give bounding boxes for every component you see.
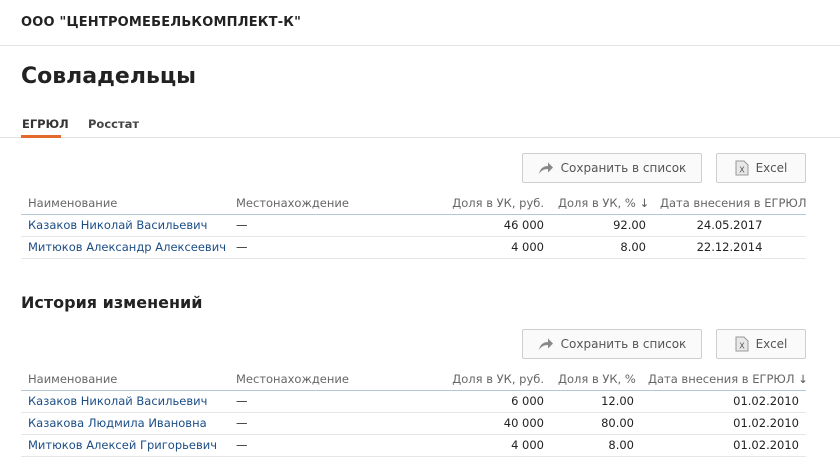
history-title: История изменений bbox=[21, 293, 203, 312]
cell-name[interactable]: Казакова Людмила Ивановна bbox=[21, 412, 229, 435]
cell-percent: 92.00 bbox=[551, 214, 653, 237]
table-header-row: Наименование Местонахождение Доля в УК, … bbox=[21, 192, 806, 215]
cell-percent: 12.00 bbox=[551, 390, 641, 413]
cell-date: 01.02.2010 bbox=[641, 412, 806, 435]
excel-label: Excel bbox=[755, 337, 788, 351]
cell-name[interactable]: Митюков Алексей Григорьевич bbox=[21, 434, 229, 457]
col-name-header[interactable]: Наименование bbox=[21, 368, 229, 391]
excel-icon-letter: X bbox=[739, 342, 745, 351]
table-row: Казаков Николай Васильевич —46 000 92.00 24… bbox=[21, 214, 806, 237]
tab-bar: ЕГРЮЛ Росстат bbox=[0, 116, 840, 138]
company-header: ООО "ЦЕНТРОМЕБЕЛЬКОМПЛЕКТ-К" bbox=[0, 0, 840, 46]
cell-percent: 80.00 bbox=[551, 412, 641, 435]
cell-amount: 4 000 bbox=[419, 434, 551, 457]
table-row: Митюков Александр Алексеевич —4 000 8.00 22… bbox=[21, 236, 806, 259]
excel-icon: X bbox=[735, 336, 749, 352]
cell-date: 01.02.2010 bbox=[641, 390, 806, 413]
page-title: Совладельцы bbox=[21, 64, 197, 89]
excel-icon-letter: X bbox=[739, 166, 745, 175]
table-row: Митюков Алексей Григорьевич —4 000 8.00 01.… bbox=[21, 434, 806, 457]
col-date-label: Дата внесения в ЕГРЮЛ bbox=[648, 371, 795, 386]
col-date-header[interactable]: Дата внесения в ЕГРЮЛ bbox=[653, 192, 806, 215]
table-header-row: Наименование Местонахождение Доля в УК, … bbox=[21, 368, 808, 391]
excel-label: Excel bbox=[755, 161, 788, 175]
cell-percent: 8.00 bbox=[551, 434, 641, 457]
excel-icon: X bbox=[735, 160, 749, 176]
cell-percent: 8.00 bbox=[551, 236, 653, 259]
cell-location: — bbox=[229, 390, 419, 413]
active-tab-indicator bbox=[21, 135, 61, 138]
cell-location: — bbox=[229, 434, 419, 457]
col-location-header[interactable]: Местонахождение bbox=[229, 192, 419, 215]
cell-location: — bbox=[229, 236, 419, 259]
cell-amount: 46 000 bbox=[419, 214, 551, 237]
cell-amount: 40 000 bbox=[419, 412, 551, 435]
sort-arrow-icon: ↓ bbox=[639, 195, 650, 210]
history-excel-export-button[interactable]: X Excel bbox=[716, 329, 806, 359]
company-name: ООО "ЦЕНТРОМЕБЕЛЬКОМПЛЕКТ-К" bbox=[21, 15, 302, 30]
table-row: Казаков Николай Васильевич —6 000 12.00 01.… bbox=[21, 390, 806, 413]
cell-date: 24.05.2017 bbox=[653, 214, 806, 237]
cell-name[interactable]: Митюков Александр Алексеевич bbox=[21, 236, 229, 259]
history-table: Наименование Местонахождение Доля в УК, … bbox=[21, 368, 808, 457]
col-percent-header[interactable]: Доля в УК, % bbox=[551, 368, 641, 391]
cell-amount: 6 000 bbox=[419, 390, 551, 413]
sort-arrow-icon: ↓ bbox=[798, 371, 808, 386]
history-save-to-list-button[interactable]: Сохранить в список bbox=[522, 329, 702, 359]
cell-location: — bbox=[229, 412, 419, 435]
col-location-header[interactable]: Местонахождение bbox=[229, 368, 419, 391]
save-to-list-label: Сохранить в список bbox=[560, 161, 687, 175]
share-arrow-icon bbox=[538, 337, 554, 351]
table-row: Казакова Людмила Ивановна —40 000 80.00 01.… bbox=[21, 412, 806, 435]
cell-date: 01.02.2010 bbox=[641, 434, 806, 457]
tab-egrul[interactable]: ЕГРЮЛ bbox=[22, 117, 69, 131]
col-percent-label: Доля в УК, % bbox=[558, 195, 636, 210]
col-percent-header[interactable]: Доля в УК, % ↓ bbox=[551, 192, 653, 215]
col-name-header[interactable]: Наименование bbox=[21, 192, 229, 215]
excel-export-button[interactable]: X Excel bbox=[716, 153, 806, 183]
save-to-list-label: Сохранить в список bbox=[560, 337, 687, 351]
cell-name[interactable]: Казаков Николай Васильевич bbox=[21, 390, 229, 413]
owners-table: Наименование Местонахождение Доля в УК, … bbox=[21, 192, 806, 259]
cell-date: 22.12.2014 bbox=[653, 236, 806, 259]
share-arrow-icon bbox=[538, 161, 554, 175]
col-amount-header[interactable]: Доля в УК, руб. bbox=[419, 192, 551, 215]
cell-location: — bbox=[229, 214, 419, 237]
col-date-header[interactable]: Дата внесения в ЕГРЮЛ ↓ bbox=[641, 368, 808, 391]
tab-rosstat[interactable]: Росстат bbox=[88, 117, 139, 131]
save-to-list-button[interactable]: Сохранить в список bbox=[522, 153, 702, 183]
col-amount-header[interactable]: Доля в УК, руб. bbox=[419, 368, 551, 391]
cell-amount: 4 000 bbox=[419, 236, 551, 259]
cell-name[interactable]: Казаков Николай Васильевич bbox=[21, 214, 229, 237]
